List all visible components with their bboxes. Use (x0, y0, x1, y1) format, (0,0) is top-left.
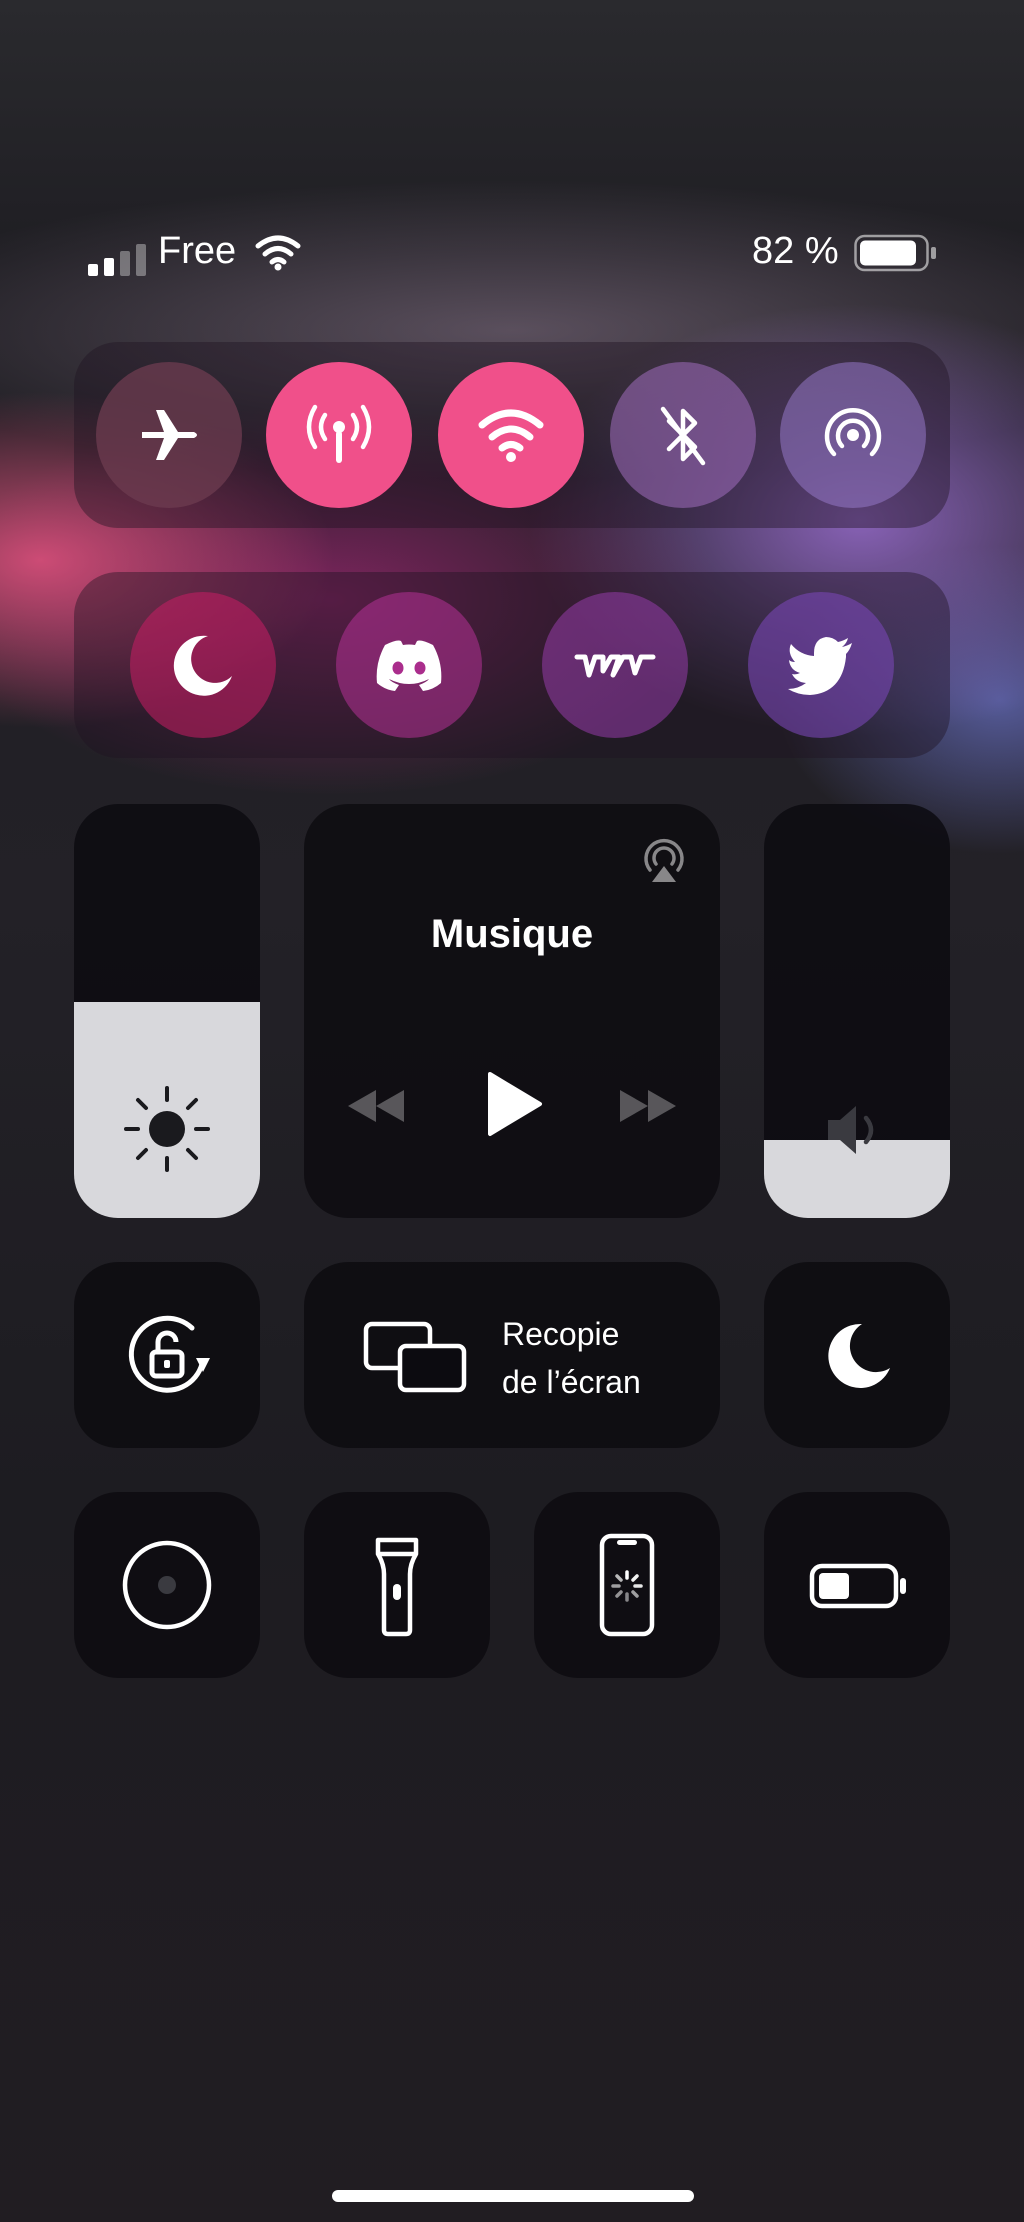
moon-icon (828, 1323, 890, 1388)
do-not-disturb-shortcut[interactable] (130, 592, 276, 738)
volume-slider[interactable] (764, 804, 950, 1218)
shortcuts-panel (74, 572, 950, 758)
twitter-shortcut[interactable] (748, 592, 894, 738)
airplane-icon (142, 410, 197, 460)
airplay-icon[interactable] (636, 830, 692, 886)
moon-icon (173, 635, 232, 696)
discord-icon (376, 640, 442, 691)
wifi-icon (478, 409, 544, 462)
sun-icon (124, 1086, 210, 1172)
play-icon[interactable] (484, 1070, 544, 1138)
fast-forward-icon[interactable] (616, 1086, 680, 1126)
control-center: Free 82 % Musique Recopie de l’écran (0, 0, 1024, 2222)
orientation-lock-icon (128, 1315, 210, 1393)
signal-icon (88, 244, 146, 276)
low-power-battery-icon (809, 1563, 906, 1609)
rewind-icon[interactable] (344, 1086, 408, 1126)
battery-icon (854, 234, 936, 272)
twitter-icon (788, 637, 852, 695)
vj-shortcut[interactable] (542, 592, 688, 738)
status-bar: Free 82 % (0, 220, 1024, 284)
screen-recording-phone-icon (599, 1533, 655, 1637)
orientation-lock-button[interactable] (74, 1262, 260, 1448)
screen-recording-phone-button[interactable] (534, 1492, 720, 1678)
brightness-slider[interactable] (74, 804, 260, 1218)
wifi-button[interactable] (438, 362, 584, 508)
airplane-mode-button[interactable] (96, 362, 242, 508)
screen-record-button[interactable] (74, 1492, 260, 1678)
do-not-disturb-button[interactable] (764, 1262, 950, 1448)
screen-mirroring-icon (363, 1321, 467, 1393)
screen-mirroring-button[interactable]: Recopie de l’écran (304, 1262, 720, 1448)
hotspot-icon (824, 408, 882, 457)
wifi-status-icon (255, 235, 301, 271)
screen-record-icon (122, 1540, 212, 1630)
music-title: Musique (430, 912, 594, 956)
connectivity-panel (74, 342, 950, 528)
music-player[interactable]: Musique (304, 804, 720, 1218)
discord-shortcut[interactable] (336, 592, 482, 738)
bluetooth-button[interactable] (610, 362, 756, 508)
personal-hotspot-button[interactable] (780, 362, 926, 508)
screen-mirroring-label: Recopie de l’écran (502, 1316, 641, 1400)
carrier-name: Free (158, 230, 237, 272)
flashlight-icon (375, 1537, 419, 1637)
antenna-icon (306, 404, 372, 463)
home-indicator[interactable] (332, 2190, 694, 2202)
cellular-data-button[interactable] (266, 362, 412, 508)
flashlight-button[interactable] (304, 1492, 490, 1678)
speaker-icon (828, 1106, 874, 1154)
low-power-mode-button[interactable] (764, 1492, 950, 1678)
battery-percent: 82 % (752, 230, 839, 272)
vj-icon (574, 654, 656, 678)
bluetooth-off-icon (660, 406, 706, 466)
